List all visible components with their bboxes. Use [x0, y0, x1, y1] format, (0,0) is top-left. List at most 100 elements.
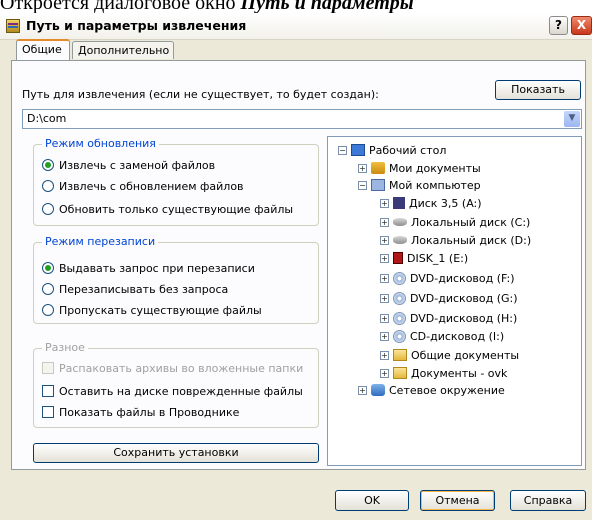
- cd-drive-icon: [393, 330, 406, 343]
- option-label: Пропускать существующие файлы: [59, 304, 262, 317]
- radio-update-existing[interactable]: Обновить только существующие файлы: [42, 202, 293, 218]
- expand-icon[interactable]: +: [380, 254, 389, 263]
- close-window-button[interactable]: X: [571, 16, 592, 35]
- radio-icon[interactable]: [42, 304, 54, 316]
- help-title-button[interactable]: ?: [549, 16, 568, 35]
- floppy-drive-icon: [393, 197, 405, 209]
- radio-selected-icon[interactable]: [42, 262, 54, 274]
- tree-node-label: Мои документы: [389, 162, 481, 175]
- cancel-button[interactable]: Отмена: [420, 490, 495, 511]
- ok-button[interactable]: OK: [335, 490, 409, 511]
- radio-skip-existing[interactable]: Пропускать существующие файлы: [42, 303, 262, 319]
- collapse-icon[interactable]: −: [358, 181, 367, 190]
- radio-overwrite-no-ask[interactable]: Перезаписывать без запроса: [42, 282, 228, 298]
- option-label: Обновить только существующие файлы: [59, 203, 294, 216]
- overwrite-mode-title: Режим перезаписи: [42, 235, 159, 248]
- tree-node-drive-e[interactable]: + DISK_1 (E:): [380, 251, 468, 267]
- folder-icon: [393, 367, 407, 379]
- expand-icon[interactable]: +: [358, 164, 367, 173]
- tree-node-label: Рабочий стол: [369, 144, 447, 157]
- title-bar[interactable]: Путь и параметры извлечения ? X: [0, 13, 592, 40]
- checkbox-show-explorer[interactable]: Показать файлы в Проводнике: [42, 405, 239, 421]
- checkbox-keep-broken[interactable]: Оставить на диске поврежденные файлы: [42, 384, 303, 400]
- documents-folder-icon: [371, 162, 385, 174]
- misc-group: Разное Распаковать архивы во вложенные п…: [33, 341, 319, 428]
- tree-node-docs-ovk[interactable]: + Документы - ovk: [380, 366, 507, 382]
- tree-node-drive-f[interactable]: + DVD-дисковод (F:): [380, 271, 515, 287]
- tree-node-label: Диск 3,5 (A:): [409, 197, 482, 210]
- expand-icon[interactable]: +: [380, 294, 389, 303]
- tree-node-drive-h[interactable]: + DVD-дисковод (H:): [380, 311, 517, 327]
- tree-node-drive-g[interactable]: + DVD-дисковод (G:): [380, 291, 518, 307]
- show-path-button[interactable]: Показать: [495, 80, 581, 100]
- option-label: Показать файлы в Проводнике: [59, 406, 240, 419]
- network-icon: [371, 384, 385, 396]
- option-label: Оставить на диске поврежденные файлы: [59, 385, 303, 398]
- radio-extract-update[interactable]: Извлечь с обновлением файлов: [42, 179, 244, 195]
- tree-node-drive-d[interactable]: + Локальный диск (D:): [380, 233, 531, 249]
- option-label: Извлечь с обновлением файлов: [59, 180, 244, 193]
- tab-general[interactable]: Общие: [16, 39, 70, 60]
- radio-icon[interactable]: [42, 283, 54, 295]
- expand-icon[interactable]: +: [380, 314, 389, 323]
- expand-icon[interactable]: +: [380, 369, 389, 378]
- radio-extract-replace[interactable]: Извлечь с заменой файлов: [42, 158, 215, 174]
- help-button[interactable]: Справка: [510, 490, 586, 511]
- expand-icon[interactable]: +: [380, 332, 389, 341]
- expand-icon[interactable]: +: [380, 199, 389, 208]
- radio-ask-overwrite[interactable]: Выдавать запрос при перезаписи: [42, 261, 255, 277]
- tree-node-drive-a[interactable]: + Диск 3,5 (A:): [380, 196, 482, 212]
- hard-disk-icon: [393, 218, 407, 226]
- update-mode-group: Режим обновления Извлечь с заменой файло…: [33, 137, 319, 226]
- tree-node-label: DVD-дисковод (H:): [410, 312, 518, 325]
- tree-node-my-documents[interactable]: + Мои документы: [358, 161, 481, 177]
- tree-node-shared-docs[interactable]: + Общие документы: [380, 348, 519, 364]
- expand-icon[interactable]: +: [380, 218, 389, 227]
- dvd-drive-icon: [393, 292, 406, 305]
- page-caption: Откроется диалоговое окно Путь и парамет…: [0, 0, 592, 13]
- tree-node-desktop[interactable]: − Рабочий стол: [338, 143, 446, 159]
- expand-icon[interactable]: +: [380, 351, 389, 360]
- radio-icon[interactable]: [42, 180, 54, 192]
- page-caption-italic: Путь и параметры: [240, 0, 414, 13]
- misc-title: Разное: [42, 341, 88, 354]
- dvd-drive-icon: [393, 312, 406, 325]
- expand-icon[interactable]: +: [358, 386, 367, 395]
- checkbox-disabled-icon: [42, 362, 54, 374]
- tree-node-label: CD-дисковод (I:): [410, 330, 505, 343]
- tree-node-drive-c[interactable]: + Локальный диск (C:): [380, 215, 530, 231]
- tree-node-label: DISK_1 (E:): [407, 252, 469, 265]
- hard-disk-icon: [393, 236, 407, 244]
- overwrite-mode-group: Режим перезаписи Выдавать запрос при пер…: [33, 235, 319, 324]
- save-settings-button[interactable]: Сохранить установки: [33, 443, 319, 463]
- tree-node-label: Общие документы: [411, 349, 520, 362]
- folder-icon: [393, 349, 407, 361]
- radio-icon[interactable]: [42, 203, 54, 215]
- checkbox-icon[interactable]: [42, 406, 54, 418]
- checkbox-extract-subfolders: Распаковать архивы во вложенные папки: [42, 361, 303, 377]
- tree-node-network[interactable]: + Сетевое окружение: [358, 383, 505, 399]
- tree-node-label: DVD-дисковод (G:): [410, 292, 518, 305]
- collapse-icon[interactable]: −: [338, 146, 347, 155]
- tree-node-label: Документы - ovk: [411, 367, 508, 380]
- window-title: Путь и параметры извлечения: [26, 18, 247, 33]
- tree-node-drive-i[interactable]: + CD-дисковод (I:): [380, 329, 504, 345]
- option-label: Распаковать архивы во вложенные папки: [59, 362, 304, 375]
- tree-node-my-computer[interactable]: − Мой компьютер: [358, 178, 481, 194]
- folder-tree[interactable]: − Рабочий стол + Мои документы − Мой компью…: [327, 136, 582, 466]
- expand-icon[interactable]: +: [380, 274, 389, 283]
- expand-icon[interactable]: +: [380, 236, 389, 245]
- desktop-icon: [351, 144, 365, 156]
- tree-node-label: Локальный диск (C:): [411, 216, 531, 229]
- tab-advanced[interactable]: Дополнительно: [72, 41, 174, 59]
- usb-drive-icon: [393, 252, 403, 264]
- extract-path-combobox[interactable]: D:\com ▼: [22, 109, 582, 129]
- checkbox-icon[interactable]: [42, 385, 54, 397]
- tree-node-label: Сетевое окружение: [389, 384, 505, 397]
- chevron-down-icon[interactable]: ▼: [564, 111, 580, 127]
- dvd-drive-icon: [393, 272, 406, 285]
- page-caption-prefix: Откроется диалоговое окно: [0, 0, 241, 13]
- radio-selected-icon[interactable]: [42, 159, 54, 171]
- winrar-app-icon: [6, 19, 20, 33]
- extract-path-label: Путь для извлечения (если не существует,…: [22, 88, 379, 101]
